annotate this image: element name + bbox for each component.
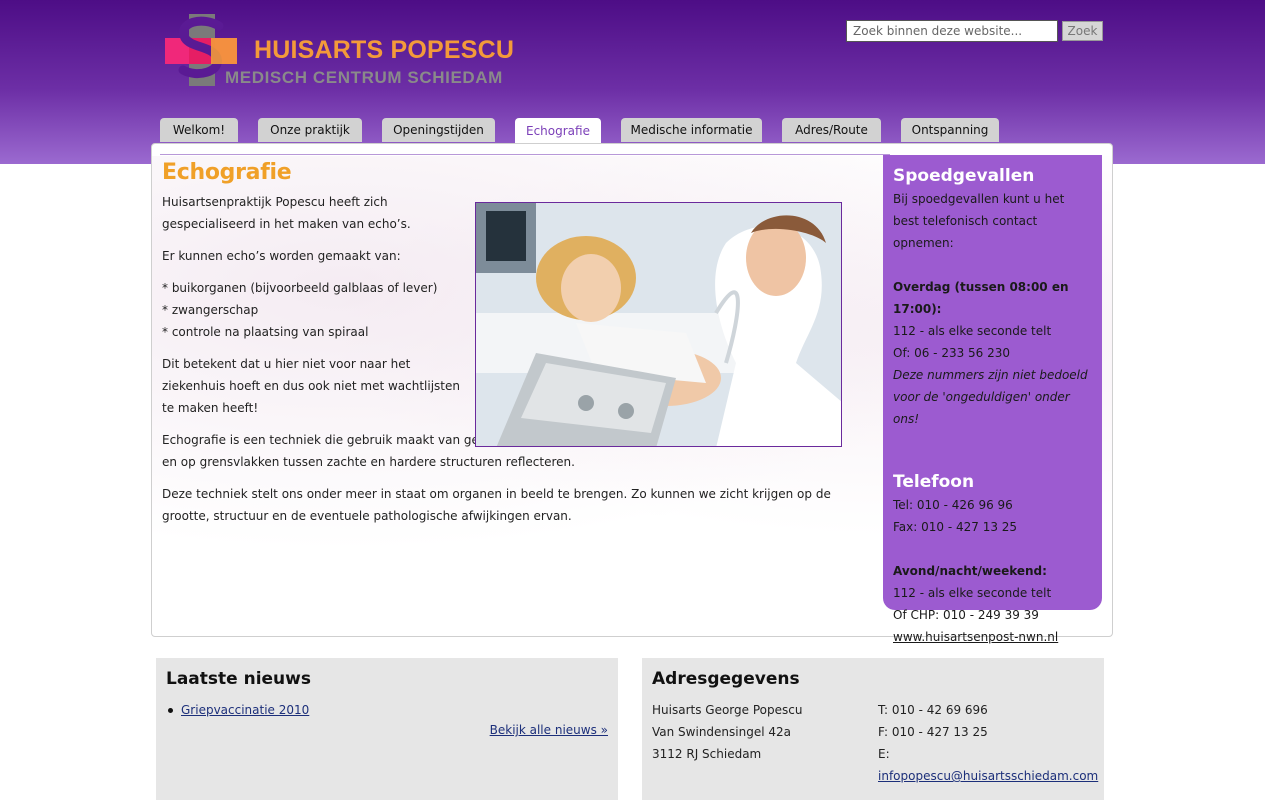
news-title: Laatste nieuws: [166, 669, 311, 689]
huisartsenpost-link[interactable]: www.huisartsenpost-nwn.nl: [893, 630, 1058, 644]
title-divider: [160, 154, 890, 155]
avond-line: Of CHP: 010 - 249 39 39: [893, 608, 1039, 622]
sidebar-emergency: Spoedgevallen Bij spoedgevallen kunt u h…: [883, 155, 1102, 644]
email-prefix: E:: [878, 747, 890, 761]
paragraph: Deze techniek stelt ons onder meer in st…: [162, 487, 831, 523]
address-phone: T: 010 - 42 69 696: [878, 703, 988, 717]
address-email-row: E: infopopescu@huisartsschiedam.com: [878, 743, 1104, 787]
tab-echografie[interactable]: Echografie: [515, 118, 601, 144]
search-input[interactable]: [846, 20, 1058, 42]
site-logo[interactable]: HUISARTS POPESCU MEDISCH CENTRUM SCHIEDA…: [163, 12, 523, 92]
tab-openingstijden[interactable]: Openingstijden: [382, 118, 495, 142]
fax-number: Fax: 010 - 427 13 25: [893, 520, 1018, 534]
telefoon-title: Telefoon: [893, 472, 975, 492]
overdag-line: 112 - als elke seconde telt: [893, 324, 1052, 338]
all-news-link[interactable]: Bekijk alle nieuws »: [490, 723, 608, 737]
tab-medische-informatie[interactable]: Medische informatie: [621, 118, 762, 142]
list-item: * zwangerschap: [162, 303, 259, 317]
address-city: 3112 RJ Schiedam: [652, 747, 762, 761]
address-panel: Adresgegevens Huisarts George Popescu Va…: [642, 658, 1104, 800]
paragraph: Dit betekent dat u hier niet voor naar h…: [162, 357, 460, 415]
overdag-line: Of: 06 - 233 56 230: [893, 346, 1011, 360]
search-button[interactable]: Zoek: [1062, 21, 1103, 41]
echography-photo: [475, 202, 842, 447]
paragraph: Huisartsenpraktijk Popescu heeft zich ge…: [162, 195, 411, 231]
contact-column: T: 010 - 42 69 696 F: 010 - 427 13 25 E:…: [878, 699, 1104, 787]
tab-ontspanning[interactable]: Ontspanning: [901, 118, 999, 142]
address-street: Van Swindensingel 42a: [652, 725, 791, 739]
address-title: Adresgegevens: [652, 669, 800, 689]
news-panel: Laatste nieuws Griepvaccinatie 2010 Beki…: [156, 658, 618, 800]
logo-subtitle: MEDISCH CENTRUM SCHIEDAM: [225, 68, 503, 87]
page-title: Echografie: [162, 160, 292, 185]
tel-number: Tel: 010 - 426 96 96: [893, 498, 1013, 512]
list-item: Griepvaccinatie 2010: [166, 699, 608, 721]
spoed-intro: Bij spoedgevallen kunt u het best telefo…: [893, 192, 1065, 250]
tab-onze-praktijk[interactable]: Onze praktijk: [258, 118, 362, 142]
list-item: * controle na plaatsing van spiraal: [162, 325, 369, 339]
avond-label: Avond/nacht/weekend:: [893, 564, 1047, 578]
ultrasound-scene-icon: [476, 203, 841, 446]
address-fax: F: 010 - 427 13 25: [878, 725, 988, 739]
avond-line: 112 - als elke seconde telt: [893, 586, 1052, 600]
tab-welkom[interactable]: Welkom!: [160, 118, 238, 142]
email-link[interactable]: infopopescu@huisartsschiedam.com: [878, 769, 1098, 783]
address-column: Huisarts George Popescu Van Swindensinge…: [652, 699, 802, 765]
overdag-note: Deze nummers zijn niet bedoeld voor de '…: [893, 368, 1088, 426]
list-item: * buikorganen (bijvoorbeeld galblaas of …: [162, 281, 438, 295]
address-name: Huisarts George Popescu: [652, 703, 803, 717]
overdag-label: Overdag (tussen 08:00 en 17:00):: [893, 280, 1069, 316]
news-list: Griepvaccinatie 2010: [166, 699, 608, 721]
logo-title: HUISARTS POPESCU: [254, 36, 515, 64]
tab-adres-route[interactable]: Adres/Route: [782, 118, 881, 142]
spoed-title: Spoedgevallen: [893, 166, 1035, 186]
news-item-link[interactable]: Griepvaccinatie 2010: [181, 703, 309, 717]
